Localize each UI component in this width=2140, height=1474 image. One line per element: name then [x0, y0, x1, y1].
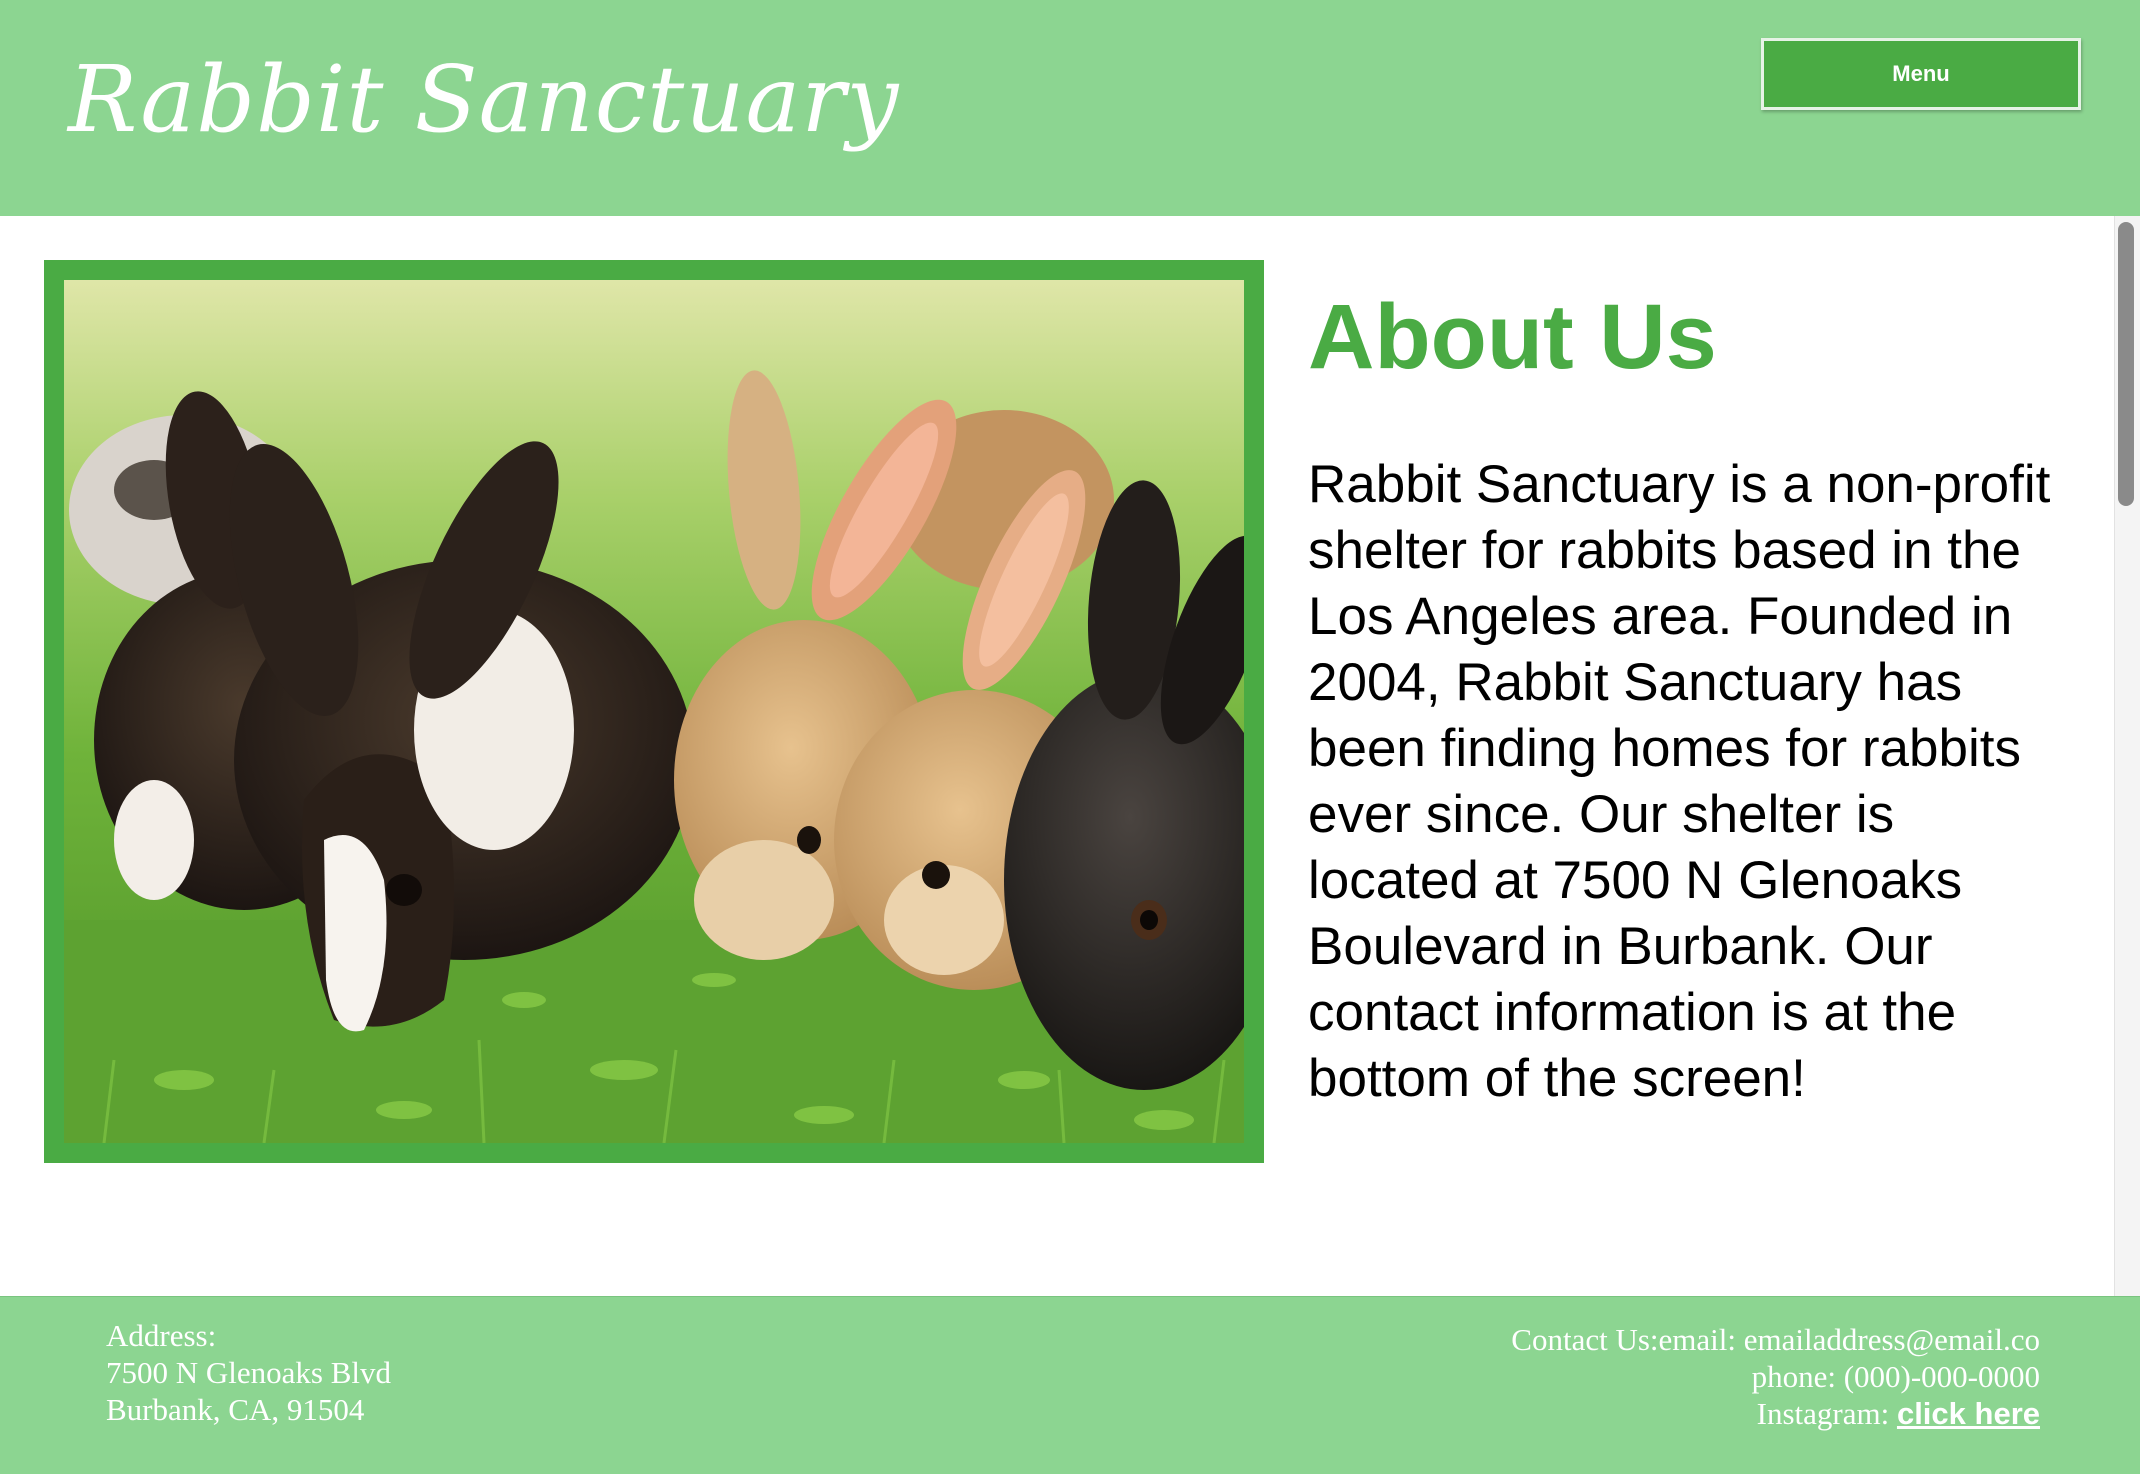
- page: Rabbit Sanctuary Menu About Us Rabbit Sa…: [0, 0, 2140, 1474]
- site-title[interactable]: Rabbit Sanctuary: [68, 40, 899, 160]
- instagram-link[interactable]: click here: [1897, 1396, 2040, 1431]
- menu-button[interactable]: Menu: [1761, 38, 2081, 110]
- contact-phone: phone: (000)-000-0000: [1751, 1359, 2040, 1394]
- site-header: Rabbit Sanctuary Menu: [0, 0, 2140, 216]
- contact-instagram: Instagram: click here: [1511, 1395, 2040, 1432]
- site-footer: Address: 7500 N Glenoaks Blvd Burbank, C…: [0, 1296, 2140, 1474]
- contact-block: Contact Us:email: emailaddress@email.co …: [1511, 1321, 2040, 1432]
- contact-email: Contact Us:email: emailaddress@email.co: [1511, 1322, 2040, 1357]
- address-line1: 7500 N Glenoaks Blvd: [106, 1355, 392, 1390]
- about-text: Rabbit Sanctuary is a non-profit shelter…: [1308, 455, 2051, 1108]
- scrollbar-thumb[interactable]: [2118, 222, 2134, 506]
- about-title: About Us: [1308, 286, 1717, 388]
- instagram-label: Instagram:: [1756, 1396, 1897, 1431]
- address-line2: Burbank, CA, 91504: [106, 1392, 365, 1427]
- address-label: Address:: [106, 1318, 217, 1353]
- address-block: Address: 7500 N Glenoaks Blvd Burbank, C…: [106, 1317, 391, 1428]
- rabbits-photo: [64, 280, 1244, 1143]
- photo-frame: [44, 260, 1264, 1163]
- rabbits-illustration: [64, 280, 1244, 1143]
